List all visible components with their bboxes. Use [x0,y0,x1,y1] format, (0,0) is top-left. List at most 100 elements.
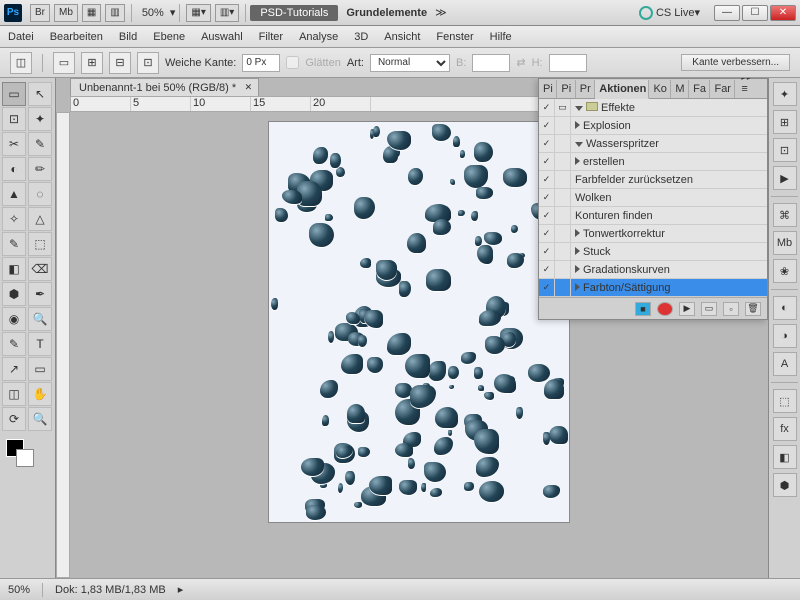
tool-15[interactable]: ⌫ [28,257,52,281]
workspace-label[interactable]: PSD-Tutorials [250,5,338,21]
document-tab[interactable]: Unbenannt-1 bei 50% (RGB/8) *✕ [70,78,259,97]
dock-icon-3[interactable]: ▶ [773,166,797,190]
status-menu-icon[interactable]: ▸ [178,583,184,596]
dock-icon-10[interactable]: ⬚ [773,389,797,413]
menu-auswahl[interactable]: Auswahl [201,31,243,43]
cslive-button[interactable]: CS Live ▾ [639,6,700,20]
tool-27[interactable]: 🔍 [28,407,52,431]
tool-7[interactable]: ✏ [28,157,52,181]
style-select[interactable]: Normal [370,54,450,72]
action-row[interactable]: ✓Farbfelder zurücksetzen [539,171,767,189]
menu-ansicht[interactable]: Ansicht [384,31,420,43]
new-action-button[interactable]: ▫ [723,302,739,316]
action-row[interactable]: ✓▭Effekte [539,99,767,117]
dock-icon-7[interactable]: ◐ [773,296,797,320]
tool-26[interactable]: ⟳ [2,407,26,431]
tool-24[interactable]: ◫ [2,382,26,406]
delete-button[interactable]: 🗑 [745,302,761,316]
extras-button[interactable]: ▦▾ [186,4,210,22]
action-row[interactable]: ✓Explosion [539,117,767,135]
tool-16[interactable]: ⬢ [2,282,26,306]
tool-8[interactable]: ▲ [2,182,26,206]
tool-12[interactable]: ✎ [2,232,26,256]
tool-13[interactable]: ⬚ [28,232,52,256]
action-row[interactable]: ✓Farbton/Sättigung [539,279,767,297]
action-row[interactable]: ✓Tonwertkorrektur [539,225,767,243]
status-zoom[interactable]: 50% [8,584,30,596]
dock-icon-5[interactable]: Mb [773,231,797,255]
menu-filter[interactable]: Filter [259,31,283,43]
tool-19[interactable]: 🔍 [28,307,52,331]
new-selection-icon[interactable]: ▭ [53,52,75,74]
panel-tab[interactable]: Ko [649,80,671,98]
dock-icon-8[interactable]: ◑ [773,324,797,348]
panel-tab[interactable]: Pr [576,80,596,98]
intersect-selection-icon[interactable]: ⊡ [137,52,159,74]
tool-0[interactable]: ▭ [2,82,26,106]
tool-25[interactable]: ✋ [28,382,52,406]
tool-14[interactable]: ◧ [2,257,26,281]
arrange-button[interactable]: ▥ [105,4,124,22]
play-button[interactable]: ▶ [679,302,695,316]
tool-1[interactable]: ↖ [28,82,52,106]
menu-analyse[interactable]: Analyse [299,31,338,43]
tool-3[interactable]: ✦ [28,107,52,131]
menu-bearbeiten[interactable]: Bearbeiten [50,31,103,43]
tool-20[interactable]: ✎ [2,332,26,356]
bridge-button[interactable]: Br [30,4,50,22]
more-icon[interactable]: ≫ [435,6,447,19]
tool-6[interactable]: ◐ [2,157,26,181]
action-row[interactable]: ✓Gradationskurven [539,261,767,279]
panel-tab[interactable]: Pi [539,80,557,98]
dock-icon-1[interactable]: ⊞ [773,110,797,134]
panel-tab[interactable]: M [671,80,689,98]
dock-icon-2[interactable]: ⊡ [773,138,797,162]
dock-icon-11[interactable]: fx [773,417,797,441]
minimize-button[interactable]: — [714,5,740,21]
add-selection-icon[interactable]: ⊞ [81,52,103,74]
close-tab-icon[interactable]: ✕ [245,82,253,93]
color-swatches[interactable] [2,439,53,469]
tool-2[interactable]: ⊡ [2,107,26,131]
action-row[interactable]: ✓Wasserspritzer [539,135,767,153]
tool-5[interactable]: ✎ [28,132,52,156]
menu-3d[interactable]: 3D [354,31,368,43]
menu-hilfe[interactable]: Hilfe [490,31,512,43]
feather-input[interactable] [242,54,280,72]
action-row[interactable]: ✓erstellen [539,153,767,171]
menu-ebene[interactable]: Ebene [153,31,185,43]
canvas[interactable] [269,122,569,522]
tool-18[interactable]: ◉ [2,307,26,331]
dock-icon-13[interactable]: ⬢ [773,473,797,497]
action-row[interactable]: ✓Stuck [539,243,767,261]
status-doc-size[interactable]: Dok: 1,83 MB/1,83 MB [55,584,166,596]
subtract-selection-icon[interactable]: ⊟ [109,52,131,74]
tool-23[interactable]: ▭ [28,357,52,381]
record-button[interactable] [657,302,673,316]
panel-tab-active[interactable]: Aktionen [595,80,649,99]
new-set-button[interactable]: ▭ [701,302,717,316]
tool-22[interactable]: ↗ [2,357,26,381]
tool-4[interactable]: ✂ [2,132,26,156]
zoom-level[interactable]: 50% [142,7,164,19]
tool-11[interactable]: △ [28,207,52,231]
dock-icon-0[interactable]: ✦ [773,82,797,106]
panel-menu-icon[interactable]: ▸▸ ≡ [735,78,767,98]
menu-fenster[interactable]: Fenster [436,31,473,43]
refine-edge-button[interactable]: Kante verbessern... [681,54,790,71]
background-swatch[interactable] [16,449,34,467]
guides-button[interactable]: ▥▾ [215,4,239,22]
tool-21[interactable]: T [28,332,52,356]
stop-button[interactable]: ■ [635,302,651,316]
tool-9[interactable]: ◌ [28,182,52,206]
maximize-button[interactable]: ☐ [742,5,768,21]
action-row[interactable]: ✓Konturen finden [539,207,767,225]
dock-icon-6[interactable]: ❀ [773,259,797,283]
panel-tab[interactable]: Far [710,80,735,98]
tool-preset-icon[interactable]: ◫ [10,52,32,74]
action-row[interactable]: ✓Wolken [539,189,767,207]
dock-icon-4[interactable]: ⌘ [773,203,797,227]
dock-icon-12[interactable]: ◧ [773,445,797,469]
menu-bild[interactable]: Bild [119,31,137,43]
workspace-name[interactable]: Grundelemente [346,7,427,19]
